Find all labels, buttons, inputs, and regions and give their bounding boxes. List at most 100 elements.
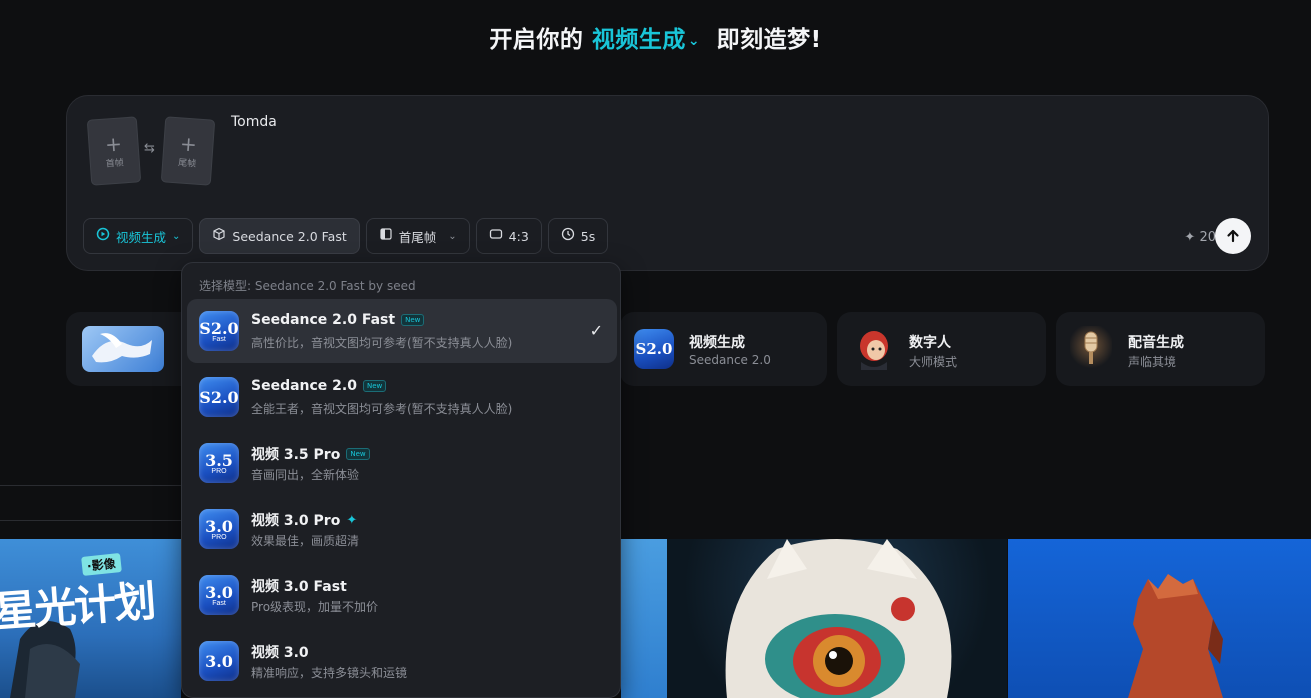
video-3-logo-icon: 3.0 Fast [199,575,239,615]
frame-mode-button[interactable]: 首尾帧 ⌄ [365,218,470,254]
model-description: 效果最佳，画质超清 [251,534,360,548]
model-option-video-3-pro[interactable]: 3.0 PRO 视频 3.0 Pro ✦ 效果最佳，画质超清 [187,497,617,561]
model-icon-tag: PRO [211,534,227,541]
model-description: 全能王者，音视文图均可参考(暂不支持真人人脸) [251,402,513,416]
plus-icon: + [104,130,123,157]
model-option-video-3-5-pro[interactable]: 3.5 PRO 视频 3.5 Pro New 音画同出，全新体验 [187,431,617,495]
last-frame-label: 尾帧 [177,157,197,170]
seedance-logo-icon: S2.0 Fast [199,311,239,351]
aspect-ratio-icon [489,227,503,245]
feature-card-title: 配音生成 [1128,335,1184,351]
headline-suffix: 即刻造梦! [716,27,822,53]
model-name: 视频 3.5 Pro New [251,444,370,464]
model-option-video-3-fast[interactable]: 3.0 Fast 视频 3.0 Fast Pro级表现，加量不加价 [187,563,617,627]
prompt-input[interactable]: Tomda [231,114,277,130]
model-select-button[interactable]: Seedance 2.0 Fast [199,218,360,254]
send-button[interactable] [1215,218,1251,254]
model-name-text: 视频 3.0 Fast [251,579,347,595]
model-name: Seedance 2.0 Fast New [251,312,425,328]
model-name-text: Seedance 2.0 [251,378,357,394]
model-option-video-3[interactable]: 3.0 视频 3.0 精准响应，支持多镜头和运镜 [187,629,617,693]
model-option-seedance-2-fast[interactable]: S2.0 Fast Seedance 2.0 Fast New 高性价比，音视文图均… [187,299,617,363]
gallery-tile-tag: ·影像 [81,553,122,576]
feature-card-voice[interactable]: 配音生成 声临其境 [1056,312,1265,386]
model-description: 高性价比，音视文图均可参考(暂不支持真人人脸) [251,336,513,350]
model-icon-text: S2.0 [199,387,239,407]
gallery-tile[interactable]: 星光计划 ·影像 [0,539,181,698]
feature-card-title: 视频生成 [689,335,745,351]
model-name-text: Seedance 2.0 Fast [251,312,396,328]
video-3-5-logo-icon: 3.5 PRO [199,443,239,483]
model-name-text: 视频 3.0 Pro [251,513,341,529]
model-option-seedance-2[interactable]: S2.0 Seedance 2.0 New 全能王者，音视文图均可参考(暂不支持真… [187,365,617,429]
model-name: Seedance 2.0 New [251,378,387,394]
divider [0,485,181,486]
new-badge: New [362,380,387,392]
swap-icon[interactable]: ⇆ [144,141,155,156]
clock-icon [561,227,575,245]
model-description: 音画同出，全新体验 [251,468,360,482]
video-3-logo-icon: 3.0 PRO [199,509,239,549]
seedance-logo-icon: S2.0 [199,377,239,417]
cube-icon [212,227,226,245]
chevron-down-icon: ⌄ [172,230,181,242]
model-select-label: Seedance 2.0 Fast [232,228,347,244]
gallery-tile-title: 星光计划 [0,576,156,637]
aspect-ratio-label: 4:3 [508,228,529,244]
sparkle-icon: ✦ [346,512,358,528]
lion-dance-artwork [725,539,952,698]
dropdown-header: 选择模型: Seedance 2.0 Fast by seed [199,279,416,293]
new-badge: New [346,448,370,460]
feature-card-title: 数字人 [909,335,951,351]
rock-formation-artwork [1128,574,1223,698]
seedance-logo-icon: S2.0 [634,329,674,369]
frame-mode-label: 首尾帧 [398,229,437,245]
new-badge: New [401,314,425,326]
last-frame-upload[interactable]: + 尾帧 [160,116,216,186]
feature-card-subtitle: 声临其境 [1128,355,1177,369]
page-headline: 开启你的 视频生成 ⌄ 即刻造梦! [0,20,1311,54]
video-play-icon [96,227,110,245]
mode-switcher-label: 视频生成 [591,27,686,53]
gallery-tile[interactable] [667,539,1007,698]
model-name: 视频 3.0 Fast [251,576,347,596]
sparkle-icon: ✦ [1184,230,1196,245]
prompt-composer: + 首帧 ⇆ + 尾帧 Tomda 视频生成 ⌄ Seedance 2.0 Fa… [66,95,1269,271]
pegasus-thumbnail [82,326,164,372]
check-icon: ✓ [589,321,603,340]
model-icon-tag: Fast [212,336,226,343]
arrow-up-icon [1227,229,1239,243]
gallery-tile[interactable] [1008,539,1311,698]
gallery-tile[interactable] [621,539,667,698]
avatar-character-icon [853,326,895,370]
mode-switcher[interactable]: 视频生成 ⌄ [592,27,708,53]
composer-toolbar: 视频生成 ⌄ Seedance 2.0 Fast 首尾帧 ⌄ 4:3 5s [83,218,609,254]
feature-card-subtitle: Seedance 2.0 [689,353,771,367]
mode-select-button[interactable]: 视频生成 ⌄ [83,218,194,254]
credits-value: 20 [1199,230,1216,245]
headline-prefix: 开启你的 [489,27,584,53]
feature-card-avatar[interactable]: 数字人 大师模式 [837,312,1046,386]
feature-card-video[interactable]: S2.0 视频生成 Seedance 2.0 [620,312,827,386]
chevron-down-icon: ⌄ [448,230,457,242]
divider [0,520,181,521]
first-frame-upload[interactable]: + 首帧 [86,116,142,186]
model-name: 视频 3.0 Pro ✦ [251,510,357,530]
chevron-down-icon: ⌄ [687,32,701,49]
mode-select-label: 视频生成 [116,229,167,245]
frame-layout-icon [379,227,393,245]
video-3-logo-icon: 3.0 [199,641,239,681]
first-frame-label: 首帧 [105,157,125,170]
aspect-ratio-button[interactable]: 4:3 [475,218,542,254]
duration-label: 5s [580,228,596,244]
model-icon-tag: PRO [211,468,227,475]
model-name-text: 视频 3.5 Pro [251,447,341,463]
model-description: Pro级表现，加量不加价 [251,600,379,614]
feature-card-image[interactable] [66,312,196,386]
microphone-icon [1070,326,1112,370]
model-name: 视频 3.0 [251,642,309,662]
credits-indicator: ✦ 20 [1184,230,1216,245]
model-icon-text: 3.0 [205,651,233,671]
duration-button[interactable]: 5s [547,218,609,254]
model-name-text: 视频 3.0 [251,645,309,661]
